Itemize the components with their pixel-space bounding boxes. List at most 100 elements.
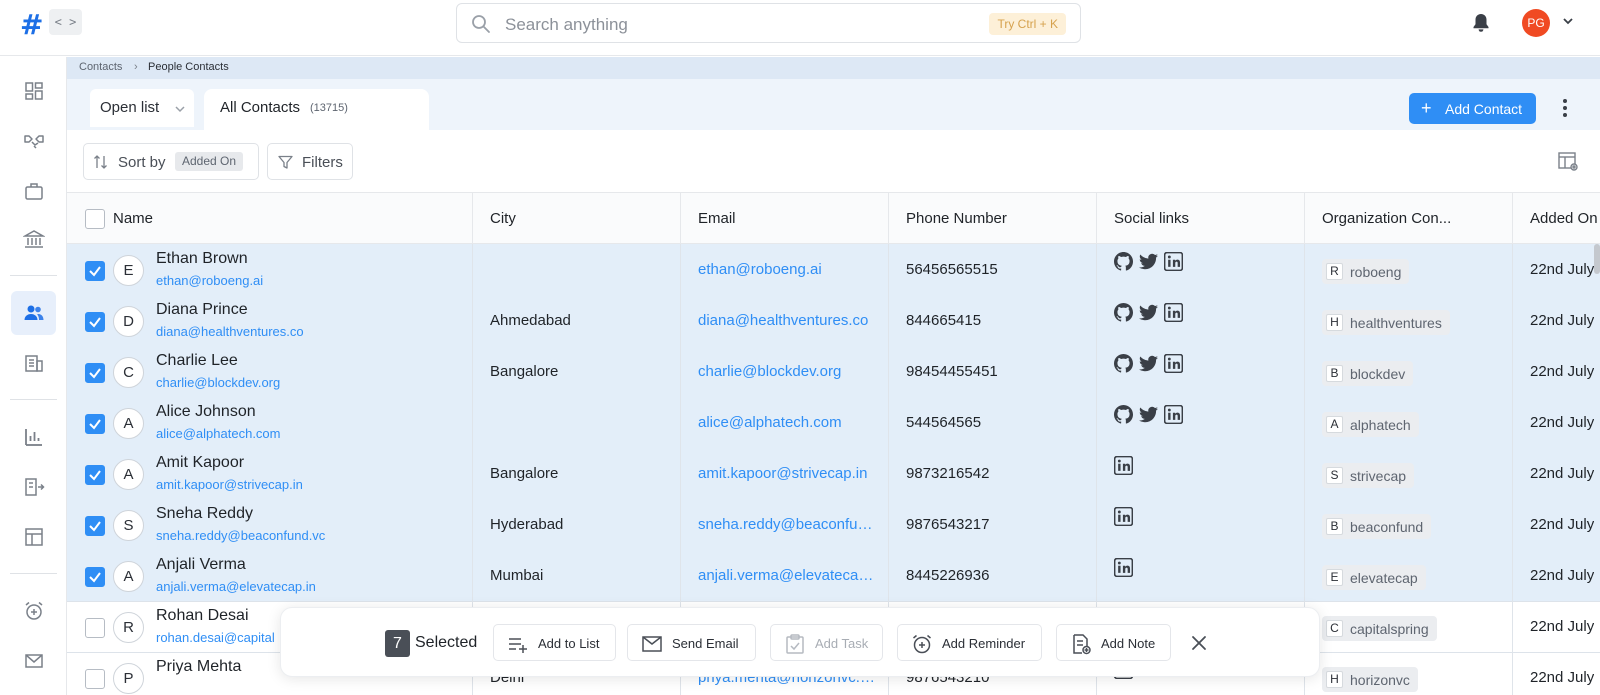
- contact-subemail[interactable]: alice@alphatech.com: [156, 426, 280, 441]
- cell-organization[interactable]: Hhorizonvc: [1305, 652, 1513, 695]
- row-checkbox[interactable]: [85, 567, 105, 587]
- table-row[interactable]: E Ethan Brown ethan@roboeng.ai ethan@roboen…: [67, 244, 1600, 296]
- select-all-checkbox[interactable]: [85, 209, 105, 229]
- add-reminder-button[interactable]: Add Reminder: [897, 624, 1042, 661]
- cell-organization[interactable]: Hhealthventures: [1305, 295, 1513, 347]
- add-note-button[interactable]: Add Note: [1056, 624, 1171, 661]
- sidebar-item-mail[interactable]: [11, 639, 56, 683]
- cell-organization[interactable]: Sstrivecap: [1305, 448, 1513, 500]
- cell-city[interactable]: Hyderabad: [473, 499, 681, 551]
- table-row[interactable]: D Diana Prince diana@healthventures.co Ahme…: [67, 295, 1600, 347]
- sidebar-item-exits[interactable]: [11, 465, 56, 509]
- linkedin-icon[interactable]: [1114, 507, 1133, 526]
- contact-subemail[interactable]: rohan.desai@capital: [156, 630, 275, 645]
- cell-email[interactable]: anjali.verma@elevatecap.in: [681, 550, 889, 602]
- cell-phone[interactable]: 9873216542: [889, 448, 1097, 500]
- sidebar-item-portfolio[interactable]: [11, 169, 56, 213]
- row-checkbox[interactable]: [85, 465, 105, 485]
- cell-phone[interactable]: 8445226936: [889, 550, 1097, 602]
- cell-phone[interactable]: 9876543217: [889, 499, 1097, 551]
- contact-name[interactable]: Priya Mehta: [156, 658, 241, 676]
- twitter-icon[interactable]: [1139, 354, 1158, 373]
- cell-email[interactable]: amit.kapoor@strivecap.in: [681, 448, 889, 500]
- sidebar-item-dashboard[interactable]: [11, 69, 56, 113]
- organization-chip[interactable]: Ccapitalspring: [1322, 616, 1437, 641]
- organization-chip[interactable]: Sstrivecap: [1322, 463, 1415, 488]
- twitter-icon[interactable]: [1139, 303, 1158, 322]
- search-input[interactable]: Search anything Try Ctrl + K: [456, 3, 1081, 43]
- filters-button[interactable]: Filters: [267, 143, 353, 180]
- column-header-social-links[interactable]: Social links: [1097, 193, 1305, 244]
- contact-subemail[interactable]: charlie@blockdev.org: [156, 375, 280, 390]
- email-link[interactable]: charlie@blockdev.org: [698, 363, 876, 380]
- cell-organization[interactable]: Bblockdev: [1305, 346, 1513, 398]
- github-icon[interactable]: [1114, 252, 1133, 271]
- linkedin-icon[interactable]: [1114, 456, 1133, 475]
- row-checkbox[interactable]: [85, 618, 105, 638]
- send-email-button[interactable]: Send Email: [627, 624, 756, 661]
- vertical-scrollbar[interactable]: [1594, 244, 1600, 274]
- email-link[interactable]: amit.kapoor@strivecap.in: [698, 465, 876, 482]
- column-header-name[interactable]: Name: [67, 193, 473, 244]
- column-settings-icon[interactable]: [1557, 150, 1579, 172]
- github-icon[interactable]: [1114, 405, 1133, 424]
- twitter-icon[interactable]: [1139, 405, 1158, 424]
- contact-name[interactable]: Sneha Reddy: [156, 505, 253, 523]
- cell-organization[interactable]: Bbeaconfund: [1305, 499, 1513, 551]
- contact-subemail[interactable]: sneha.reddy@beaconfund.vc: [156, 528, 325, 543]
- cell-email[interactable]: diana@healthventures.co: [681, 295, 889, 347]
- sidebar-item-companies[interactable]: [11, 341, 56, 385]
- sidebar-item-deals[interactable]: [11, 119, 56, 163]
- row-checkbox[interactable]: [85, 516, 105, 536]
- cell-phone[interactable]: 544564565: [889, 397, 1097, 449]
- add-to-list-button[interactable]: Add to List: [493, 624, 616, 661]
- row-checkbox[interactable]: [85, 261, 105, 281]
- linkedin-icon[interactable]: [1164, 405, 1183, 424]
- open-list-dropdown[interactable]: Open list: [90, 89, 194, 127]
- cell-phone[interactable]: 56456565515: [889, 244, 1097, 296]
- sidebar-toggle-button[interactable]: < >: [49, 9, 82, 35]
- email-link[interactable]: sneha.reddy@beaconfund.vc: [698, 516, 876, 533]
- row-checkbox[interactable]: [85, 363, 105, 383]
- contact-subemail[interactable]: amit.kapoor@strivecap.in: [156, 477, 303, 492]
- column-header-added-on[interactable]: Added On: [1513, 193, 1600, 244]
- row-checkbox[interactable]: [85, 312, 105, 332]
- contact-name[interactable]: Anjali Verma: [156, 556, 246, 574]
- github-icon[interactable]: [1114, 354, 1133, 373]
- contact-subemail[interactable]: ethan@roboeng.ai: [156, 273, 263, 288]
- twitter-icon[interactable]: [1139, 252, 1158, 271]
- sidebar-item-contacts[interactable]: [11, 291, 56, 335]
- row-checkbox[interactable]: [85, 414, 105, 434]
- more-vertical-icon[interactable]: [1560, 96, 1570, 120]
- cell-email[interactable]: ethan@roboeng.ai: [681, 244, 889, 296]
- contact-subemail[interactable]: anjali.verma@elevatecap.in: [156, 579, 316, 594]
- organization-chip[interactable]: Aalphatech: [1322, 412, 1419, 437]
- cell-city[interactable]: Mumbai: [473, 550, 681, 602]
- sidebar-item-tables[interactable]: [11, 515, 56, 559]
- cell-organization[interactable]: Ccapitalspring: [1305, 601, 1513, 653]
- contact-name[interactable]: Diana Prince: [156, 301, 248, 319]
- cell-city[interactable]: [473, 397, 681, 449]
- column-header-email[interactable]: Email: [681, 193, 889, 244]
- column-header-phone[interactable]: Phone Number: [889, 193, 1097, 244]
- app-logo[interactable]: #: [20, 8, 43, 41]
- organization-chip[interactable]: Hhorizonvc: [1322, 667, 1418, 692]
- cell-city[interactable]: Bangalore: [473, 346, 681, 398]
- add-task-button[interactable]: Add Task: [770, 624, 883, 661]
- contact-name[interactable]: Rohan Desai: [156, 607, 249, 625]
- sidebar-item-reports[interactable]: [11, 415, 56, 459]
- add-contact-button[interactable]: + Add Contact: [1409, 93, 1536, 124]
- table-row[interactable]: A Amit Kapoor amit.kapoor@strivecap.in Bang…: [67, 448, 1600, 500]
- sidebar-item-reminders[interactable]: [11, 589, 56, 633]
- organization-chip[interactable]: Bblockdev: [1322, 361, 1414, 386]
- sort-button[interactable]: Sort by Added On: [83, 143, 259, 180]
- cell-email[interactable]: charlie@blockdev.org: [681, 346, 889, 398]
- contact-name[interactable]: Ethan Brown: [156, 250, 248, 268]
- contact-name[interactable]: Alice Johnson: [156, 403, 256, 421]
- row-checkbox[interactable]: [85, 669, 105, 689]
- cell-phone[interactable]: 844665415: [889, 295, 1097, 347]
- github-icon[interactable]: [1114, 303, 1133, 322]
- linkedin-icon[interactable]: [1114, 558, 1133, 577]
- sidebar-item-funds[interactable]: [11, 217, 56, 261]
- contact-subemail[interactable]: diana@healthventures.co: [156, 324, 304, 339]
